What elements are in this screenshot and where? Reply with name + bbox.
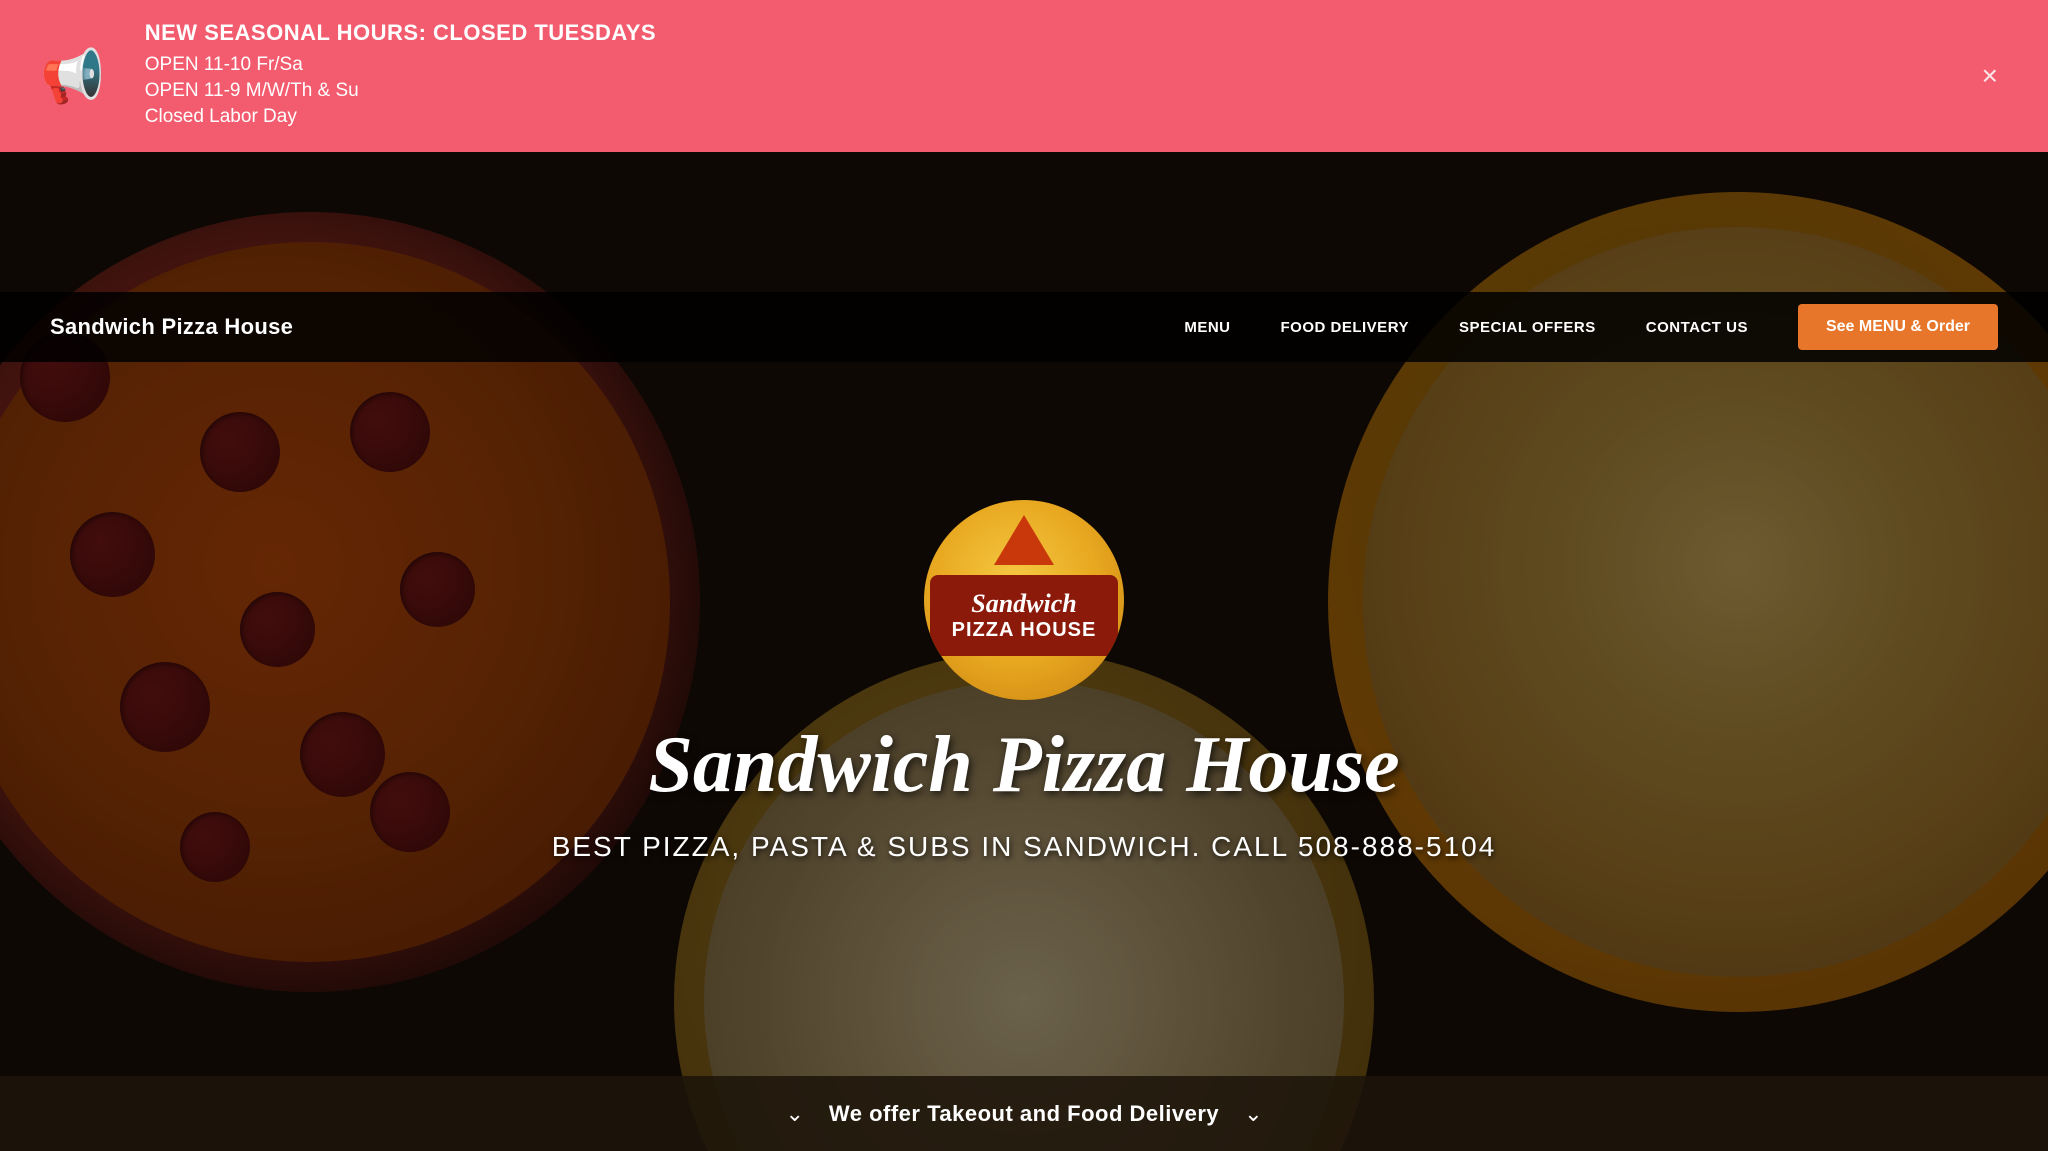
bottom-bar-text: We offer Takeout and Food Delivery [829,1101,1219,1127]
logo-line1: Sandwich [952,589,1097,619]
nav-contact-us[interactable]: CONTACT US [1646,319,1748,336]
nav-special-offers[interactable]: SPECIAL OFFERS [1459,319,1596,336]
logo-circle: Sandwich PIZZA HOUSE [924,500,1124,700]
announcement-line1: OPEN 11-10 Fr/Sa [145,54,656,76]
hero-title: Sandwich Pizza House [648,720,1399,811]
logo-badge: Sandwich PIZZA HOUSE [924,500,1124,700]
site-name: Sandwich Pizza House [50,314,293,340]
bottom-bar: ⌄ We offer Takeout and Food Delivery ⌄ [0,1076,2048,1151]
hero-subtitle: BEST PIZZA, PASTA & SUBS IN SANDWICH. CA… [552,831,1497,863]
navbar: Sandwich Pizza House MENU FOOD DELIVERY … [0,292,2048,362]
close-button[interactable]: × [1982,60,1998,92]
announcement-line2: OPEN 11-9 M/W/Th & Su [145,80,656,102]
nav-food-delivery[interactable]: FOOD DELIVERY [1281,319,1409,336]
nav-links: MENU FOOD DELIVERY SPECIAL OFFERS CONTAC… [1184,304,1998,350]
nav-menu[interactable]: MENU [1184,319,1230,336]
hero-content: Sandwich PIZZA HOUSE Sandwich Pizza Hous… [552,500,1497,863]
announcement-line3: Closed Labor Day [145,106,656,128]
megaphone-icon: 📢 [40,46,105,107]
logo-pizza-slice [994,515,1054,565]
announcement-text: NEW SEASONAL HOURS: CLOSED TUESDAYS OPEN… [145,20,656,132]
hero-section: Sandwich Pizza House MENU FOOD DELIVERY … [0,152,2048,1151]
chevron-right-icon: ⌄ [1244,1101,1262,1127]
logo-line2: PIZZA HOUSE [952,619,1097,642]
order-button[interactable]: See MENU & Order [1798,304,1998,350]
chevron-left-icon: ⌄ [785,1101,803,1127]
announcement-headline: NEW SEASONAL HOURS: CLOSED TUESDAYS [145,20,656,46]
logo-inner: Sandwich PIZZA HOUSE [930,575,1119,656]
announcement-banner: 📢 NEW SEASONAL HOURS: CLOSED TUESDAYS OP… [0,0,2048,152]
